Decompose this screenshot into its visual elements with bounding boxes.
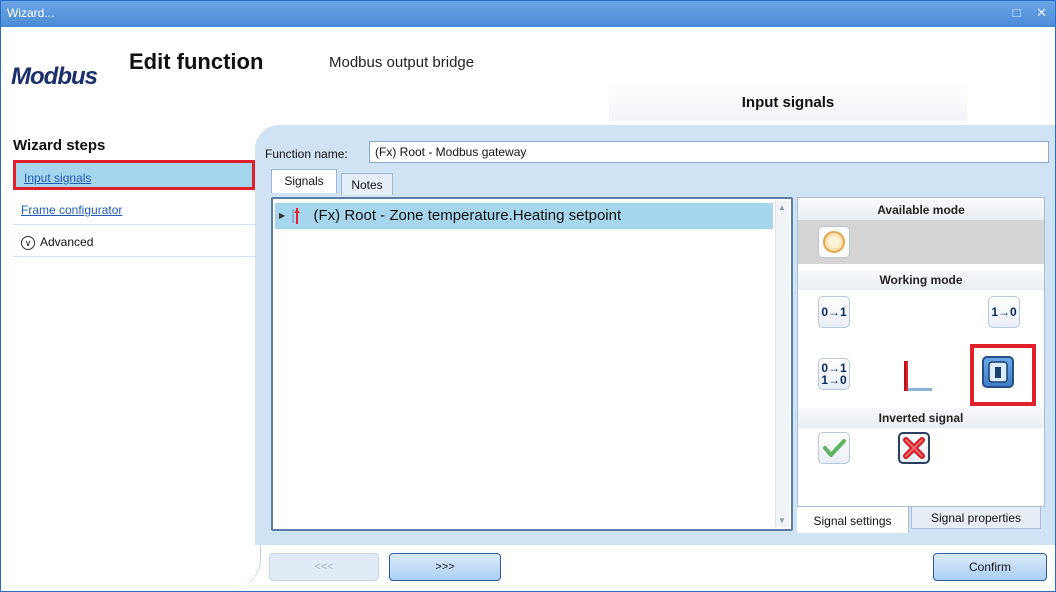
close-icon [903, 437, 925, 459]
title-bar[interactable]: Wizard... □ ✕ [1, 1, 1055, 27]
function-name-input[interactable]: (Fx) Root - Modbus gateway [369, 141, 1049, 163]
falling-edge-button[interactable]: 1→0 [988, 296, 1020, 328]
level-mode-button[interactable] [982, 356, 1014, 388]
modbus-logo: Modbus [11, 63, 98, 90]
tab-notes[interactable]: Notes [341, 173, 393, 195]
working-mode-header: Working mode [798, 270, 1044, 290]
analog-mode-button[interactable] [818, 226, 850, 258]
bulb-icon [823, 231, 845, 253]
pulse-mode-button[interactable] [898, 358, 932, 391]
tab-signal-properties[interactable]: Signal properties [911, 507, 1041, 529]
page-title: Edit function [129, 49, 264, 74]
sidebar-panel-border [9, 253, 261, 589]
analog-signal-icon [292, 208, 301, 225]
window-title: Wizard... [7, 6, 55, 20]
wizard-steps-title: Wizard steps [13, 137, 106, 154]
page-subtitle: Modbus output bridge [329, 54, 475, 71]
mode-settings-pane: Available mode Working mode 0→1 1→0 0→1 … [797, 197, 1045, 507]
tab-signal-settings[interactable]: Signal settings [797, 507, 909, 533]
previous-button[interactable]: <<< [269, 553, 379, 581]
list-item[interactable]: ▶ (Fx) Root - Zone temperature.Heating s… [275, 203, 773, 229]
available-mode-header: Available mode [798, 200, 1044, 220]
sidebar-item-label[interactable]: Input signals [24, 171, 91, 185]
both-edges-button[interactable]: 0→1 1→0 [818, 358, 850, 390]
check-icon [823, 439, 846, 457]
section-tab-header: Input signals [609, 81, 967, 121]
wizard-sidebar: Wizard steps Input signals Frame configu… [9, 133, 261, 589]
level-icon [988, 361, 1008, 383]
chevron-down-icon[interactable]: ∨ [21, 235, 35, 250]
scroll-up-icon[interactable]: ▲ [778, 203, 786, 212]
signal-label: (Fx) Root - Zone temperature.Heating set… [313, 207, 622, 224]
inverted-no-button[interactable] [898, 432, 930, 464]
row-expander-icon[interactable]: ▶ [279, 211, 285, 220]
scroll-down-icon[interactable]: ▼ [778, 516, 786, 525]
wizard-window: Wizard... □ ✕ Modbus Edit function Modbu… [0, 0, 1056, 592]
tab-signals[interactable]: Signals [271, 169, 337, 193]
window-controls[interactable]: □ ✕ [1013, 5, 1053, 21]
confirm-button[interactable]: Confirm [933, 553, 1047, 581]
both-edges-bottom-label: 1→0 [821, 373, 847, 387]
sidebar-item-input-signals[interactable]: Input signals [13, 160, 255, 190]
pane-tab-strip: Signal settings Signal properties [797, 507, 1045, 533]
pulse-icon [904, 361, 932, 391]
signals-list[interactable]: ▶ (Fx) Root - Zone temperature.Heating s… [271, 197, 793, 531]
sidebar-item-frame-configurator[interactable]: Frame configurator [13, 195, 255, 225]
vertical-scrollbar[interactable]: ▲ ▼ [775, 201, 789, 527]
inverted-yes-button[interactable] [818, 432, 850, 464]
inverted-signal-header: Inverted signal [798, 408, 1044, 428]
function-name-label: Function name: [265, 147, 348, 161]
sidebar-item-label[interactable]: Frame configurator [21, 203, 122, 217]
sidebar-item-label: Advanced [40, 235, 94, 249]
next-button[interactable]: >>> [389, 553, 501, 581]
rising-edge-button[interactable]: 0→1 [818, 296, 850, 328]
